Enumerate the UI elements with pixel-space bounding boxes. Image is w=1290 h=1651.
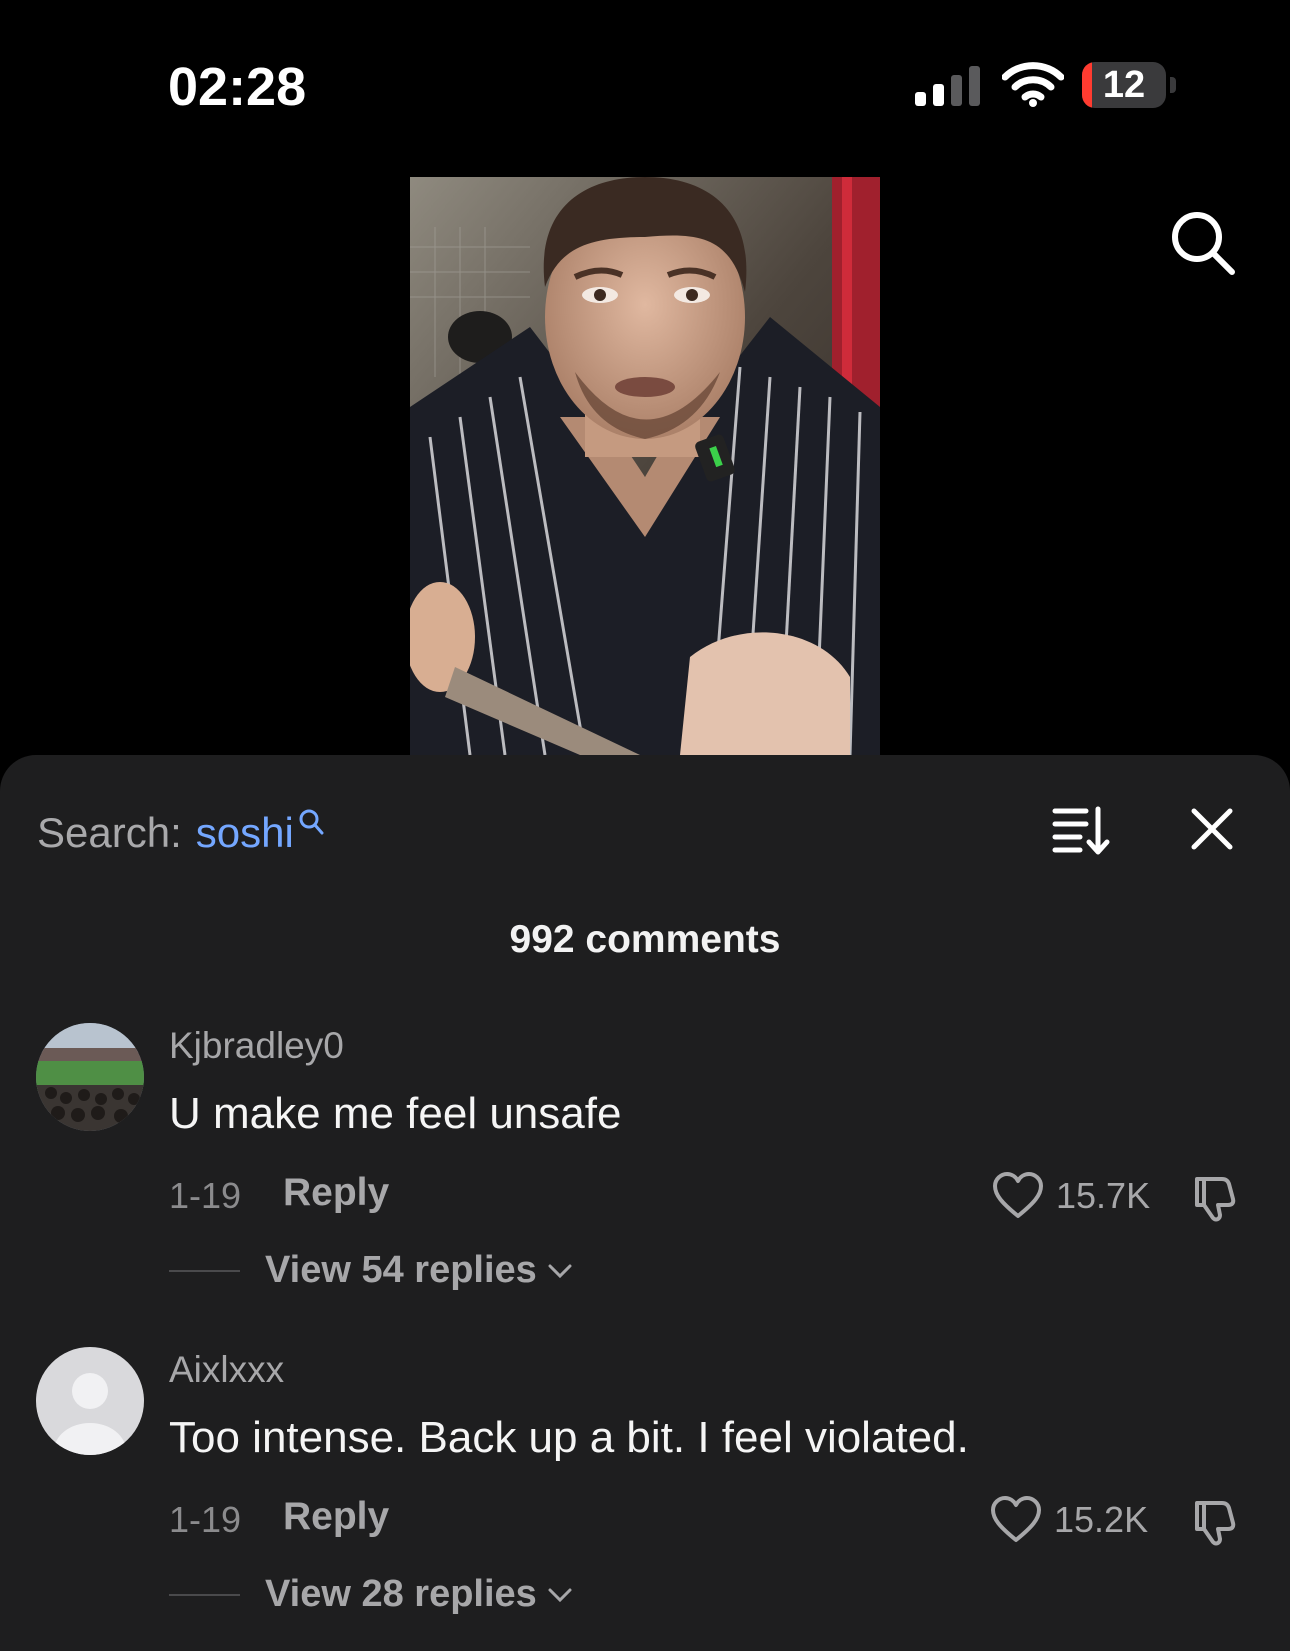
chevron-down-icon — [548, 1588, 572, 1602]
comment-text: U make me feel unsafe — [169, 1089, 622, 1138]
replies-divider — [169, 1270, 240, 1272]
battery-level: 12 — [1102, 64, 1146, 106]
battery-tip — [1170, 77, 1176, 93]
comment-search-bar[interactable]: Search: soshi — [37, 803, 324, 863]
comment-username[interactable]: Kjbradley0 — [169, 1025, 344, 1067]
avatar-image — [36, 1023, 144, 1131]
view-replies-label: View 28 replies — [265, 1573, 537, 1615]
status-bar: 02:28 12 — [0, 0, 1290, 170]
reply-button[interactable]: Reply — [283, 1495, 389, 1539]
chevron-down-icon — [548, 1264, 572, 1278]
dislike-icon[interactable] — [1192, 1495, 1244, 1547]
dislike-icon[interactable] — [1192, 1171, 1244, 1223]
comment-count: 992 comments — [509, 918, 781, 961]
heart-icon[interactable] — [992, 1171, 1044, 1219]
video-frame — [410, 177, 880, 755]
comment-date: 1-19 — [169, 1175, 242, 1216]
video-player[interactable] — [410, 177, 880, 755]
heart-icon[interactable] — [990, 1495, 1042, 1543]
like-count: 15.7K — [1056, 1175, 1151, 1216]
sort-icon[interactable] — [1052, 803, 1110, 857]
comment-item: Kjbradley0 U make me feel unsafe 1-19 Re… — [0, 1023, 1290, 1323]
like-count: 15.2K — [1054, 1499, 1149, 1540]
search-label: Search: — [37, 809, 182, 856]
view-replies-button[interactable]: View 28 replies — [265, 1573, 573, 1616]
close-icon[interactable] — [1190, 807, 1234, 851]
avatar[interactable] — [36, 1347, 144, 1455]
search-term[interactable]: soshi — [196, 809, 294, 857]
default-avatar-icon — [36, 1347, 144, 1455]
battery-body: 12 — [1082, 62, 1166, 108]
search-icon[interactable] — [1170, 210, 1236, 276]
avatar[interactable] — [36, 1023, 144, 1131]
status-time: 02:28 — [168, 57, 307, 117]
reply-button[interactable]: Reply — [283, 1171, 389, 1215]
search-term-icon — [299, 809, 324, 835]
replies-divider — [169, 1594, 240, 1596]
comments-sheet: Search: soshi 992 comments Kjbradley0 U … — [0, 755, 1290, 1651]
comment-username[interactable]: Aixlxxx — [169, 1349, 284, 1391]
cellular-signal-icon — [915, 66, 980, 106]
view-replies-label: View 54 replies — [265, 1249, 537, 1291]
view-replies-button[interactable]: View 54 replies — [265, 1249, 573, 1292]
battery-indicator: 12 — [1082, 62, 1178, 110]
comment-date: 1-19 — [169, 1499, 242, 1540]
wifi-icon — [1002, 62, 1064, 107]
comment-text: Too intense. Back up a bit. I feel viola… — [169, 1413, 969, 1462]
comment-item: Aixlxxx Too intense. Back up a bit. I fe… — [0, 1347, 1290, 1647]
